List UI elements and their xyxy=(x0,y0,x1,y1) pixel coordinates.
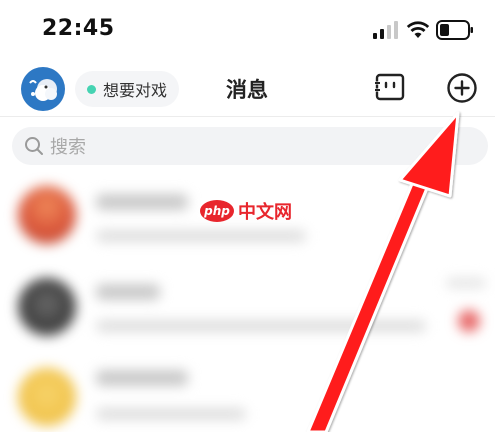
status-time: 22:45 xyxy=(42,16,115,41)
header-divider xyxy=(0,116,495,117)
avatar[interactable] xyxy=(21,67,65,111)
blurred-time xyxy=(446,278,486,288)
status-label: 想要对戏 xyxy=(103,81,168,100)
search-bar[interactable]: 搜索 xyxy=(12,127,488,165)
list-item[interactable] xyxy=(0,264,495,354)
avatar xyxy=(18,278,76,336)
avatar xyxy=(18,186,76,244)
blurred-name xyxy=(96,370,188,386)
blurred-name xyxy=(96,194,188,210)
avatar xyxy=(18,368,76,426)
status-bar: 22:45 xyxy=(0,0,495,60)
unread-badge xyxy=(458,310,480,332)
watermark: php 中文网 xyxy=(200,198,292,224)
watermark-text: 中文网 xyxy=(238,202,292,223)
blurred-preview xyxy=(96,408,246,420)
blurred-name xyxy=(96,284,160,300)
header: 想要对戏 消息 xyxy=(0,62,495,114)
status-dot xyxy=(87,84,96,94)
search-placeholder: 搜索 xyxy=(50,137,86,158)
add-circle-icon[interactable] xyxy=(446,72,478,104)
search-icon xyxy=(25,137,43,155)
blurred-preview xyxy=(96,230,306,242)
status-pill[interactable]: 想要对戏 xyxy=(75,71,180,107)
page-title: 消息 xyxy=(226,78,268,102)
avatar-illustration xyxy=(29,79,57,101)
watermark-logo: php xyxy=(200,200,234,222)
signal-icon xyxy=(373,21,398,39)
chat-face-icon[interactable] xyxy=(373,70,407,104)
battery-icon xyxy=(436,20,473,40)
list-item[interactable] xyxy=(0,356,495,432)
blurred-preview xyxy=(96,320,426,332)
wifi-icon xyxy=(406,21,430,38)
